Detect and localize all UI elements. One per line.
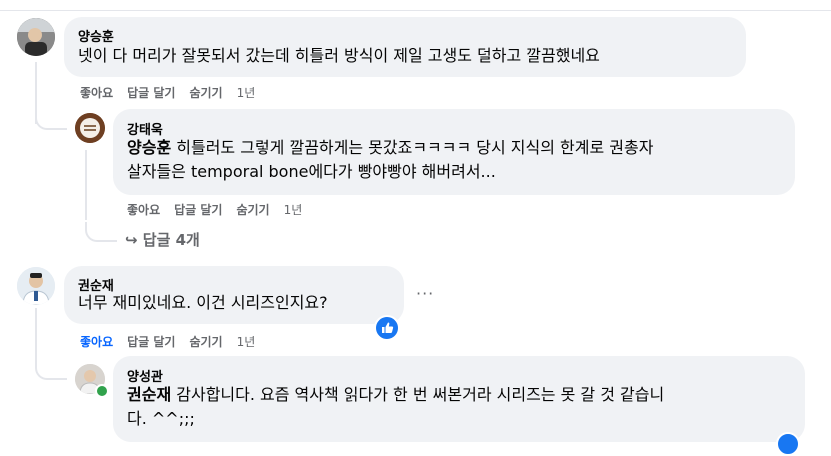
person-photo-icon bbox=[17, 267, 55, 305]
online-status-indicator bbox=[95, 384, 109, 398]
more-options-icon[interactable]: ··· bbox=[416, 284, 434, 303]
comment-text: 권순재 감사합니다. 요즘 역사책 읽다가 한 번 써본거라 시리즈는 못 갈 … bbox=[127, 384, 664, 406]
comment-text-line2: 살자들은 temporal bone에다가 빵야빵야 해버려서... bbox=[127, 162, 496, 181]
comment-author[interactable]: 양승훈 bbox=[78, 26, 114, 45]
reply-button[interactable]: 답글 달기 bbox=[127, 335, 175, 349]
timestamp[interactable]: 1년 bbox=[237, 335, 256, 349]
thread-connector bbox=[35, 308, 67, 380]
comment-bubble: 양승훈 넷이 다 머리가 잘못되서 갔는데 히틀러 방식이 제일 고생도 덜하고… bbox=[64, 17, 746, 77]
comment-bubble: 강태욱 양승훈 히틀러도 그렇게 깔끔하게는 못갔죠ㅋㅋㅋㅋ 당시 지식의 한계… bbox=[113, 109, 795, 195]
person-photo-icon bbox=[17, 18, 55, 56]
comment-text-line1: 감사합니다. 요즘 역사책 읽다가 한 번 써본거라 시리즈는 못 갈 것 같습… bbox=[171, 385, 665, 404]
comment-author[interactable]: 강태욱 bbox=[127, 119, 163, 138]
comment-bubble: 권순재 너무 재미있네요. 이건 시리즈인지요? bbox=[64, 266, 404, 324]
comment-text: 너무 재미있네요. 이건 시리즈인지요? bbox=[78, 293, 328, 312]
like-reaction-badge[interactable] bbox=[374, 315, 400, 341]
hide-button[interactable]: 숨기기 bbox=[189, 335, 222, 349]
avatar[interactable] bbox=[17, 18, 55, 56]
reply-button[interactable]: 답글 달기 bbox=[127, 86, 175, 100]
reaction-badge-partial[interactable] bbox=[776, 432, 800, 456]
logo-avatar-icon bbox=[75, 113, 105, 143]
comment-actions: 좋아요 답글 달기 숨기기 1년 bbox=[127, 201, 316, 218]
comment-text: 넷이 다 머리가 잘못되서 갔는데 히틀러 방식이 제일 고생도 덜하고 깔끔했… bbox=[78, 46, 600, 65]
thread-line bbox=[85, 150, 87, 220]
like-button[interactable]: 좋아요 bbox=[80, 86, 113, 100]
comment-text-line1: 히틀러도 그렇게 깔끔하게는 못갔죠ㅋㅋㅋㅋ 당시 지식의 한계로 권총자 bbox=[171, 138, 654, 157]
thread-connector bbox=[85, 222, 117, 242]
mention-link[interactable]: 권순재 bbox=[127, 385, 171, 404]
avatar[interactable] bbox=[17, 267, 55, 305]
comment-actions: 좋아요 답글 달기 숨기기 1년 bbox=[80, 84, 269, 101]
top-divider bbox=[0, 0, 831, 11]
timestamp[interactable]: 1년 bbox=[237, 86, 256, 100]
reply-button[interactable]: 답글 달기 bbox=[174, 203, 222, 217]
comment-actions: 좋아요 답글 달기 숨기기 1년 bbox=[80, 333, 269, 350]
hide-button[interactable]: 숨기기 bbox=[189, 86, 222, 100]
view-replies-button[interactable]: ↪ 답글 4개 bbox=[125, 229, 200, 250]
mention-link[interactable]: 양승훈 bbox=[127, 138, 171, 157]
hide-button[interactable]: 숨기기 bbox=[236, 203, 269, 217]
timestamp[interactable]: 1년 bbox=[284, 203, 303, 217]
avatar[interactable] bbox=[75, 113, 105, 143]
comment-text: 양승훈 히틀러도 그렇게 깔끔하게는 못갔죠ㅋㅋㅋㅋ 당시 지식의 한계로 권총… bbox=[127, 137, 653, 159]
thread-connector bbox=[35, 108, 67, 130]
comment-bubble: 양성관 권순재 감사합니다. 요즘 역사책 읽다가 한 번 써본거라 시리즈는 … bbox=[113, 356, 805, 442]
thumbs-up-icon bbox=[382, 322, 394, 333]
like-button[interactable]: 좋아요 bbox=[127, 203, 160, 217]
comment-author[interactable]: 양성관 bbox=[127, 366, 163, 385]
like-button[interactable]: 좋아요 bbox=[80, 335, 113, 349]
comment-text-line2: 다. ^^;;; bbox=[127, 409, 195, 428]
